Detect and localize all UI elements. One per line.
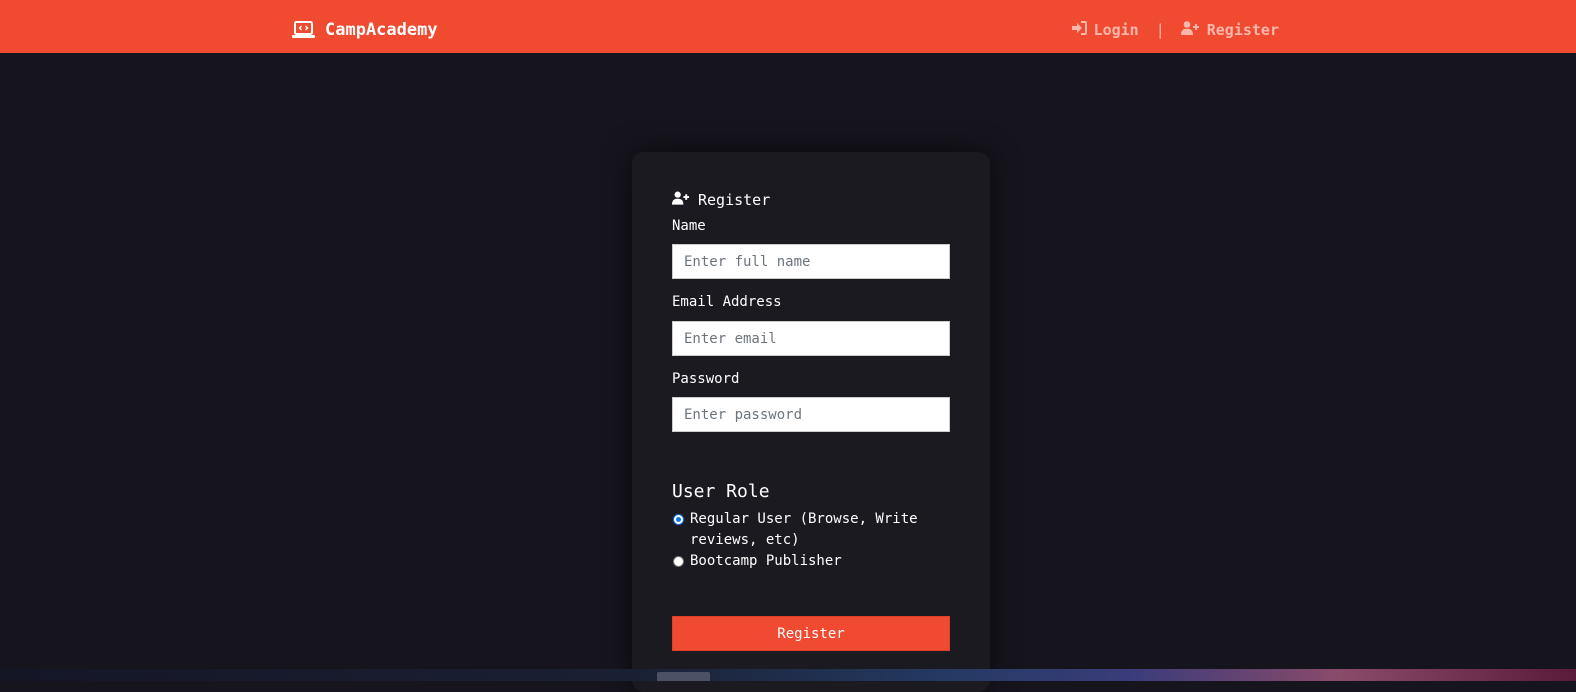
sign-in-icon xyxy=(1071,21,1087,39)
register-submit-button[interactable]: Register xyxy=(672,616,950,651)
name-input[interactable] xyxy=(672,244,950,279)
form-title-text: Register xyxy=(698,191,771,209)
brand-link[interactable]: CampAcademy xyxy=(292,18,438,42)
user-plus-icon xyxy=(672,191,690,209)
taskbar-strip xyxy=(0,669,1576,681)
email-label: Email Address xyxy=(672,294,782,310)
password-input[interactable] xyxy=(672,397,950,432)
regular-user-radio[interactable] xyxy=(673,514,684,525)
nav-register-link[interactable]: Register xyxy=(1180,21,1279,39)
publisher-radio[interactable] xyxy=(673,556,684,567)
email-input[interactable] xyxy=(672,321,950,356)
form-title: Register xyxy=(672,191,770,209)
top-navbar: CampAcademy Login | Register xyxy=(0,0,1576,53)
publisher-label: Bootcamp Publisher xyxy=(690,553,842,569)
brand-name: CampAcademy xyxy=(325,20,438,40)
register-card: Register Name Email Address Password Use… xyxy=(632,152,990,692)
nav-register-label: Register xyxy=(1206,21,1279,39)
password-label: Password xyxy=(672,371,740,387)
nav-links: Login | Register xyxy=(1071,18,1279,42)
user-plus-icon xyxy=(1180,21,1200,39)
regular-user-label: Regular User (Browse, Write reviews, etc… xyxy=(690,511,918,548)
role-option-publisher[interactable]: Bootcamp Publisher xyxy=(672,551,962,572)
nav-login-label: Login xyxy=(1093,21,1139,39)
nav-separator: | xyxy=(1155,21,1165,39)
user-role-heading: User Role xyxy=(672,481,770,502)
taskbar-item[interactable] xyxy=(657,672,710,681)
laptop-code-icon xyxy=(292,21,315,39)
role-option-regular-user[interactable]: Regular User (Browse, Write reviews, etc… xyxy=(672,509,962,551)
nav-login-link[interactable]: Login xyxy=(1071,21,1139,39)
name-label: Name xyxy=(672,218,706,234)
